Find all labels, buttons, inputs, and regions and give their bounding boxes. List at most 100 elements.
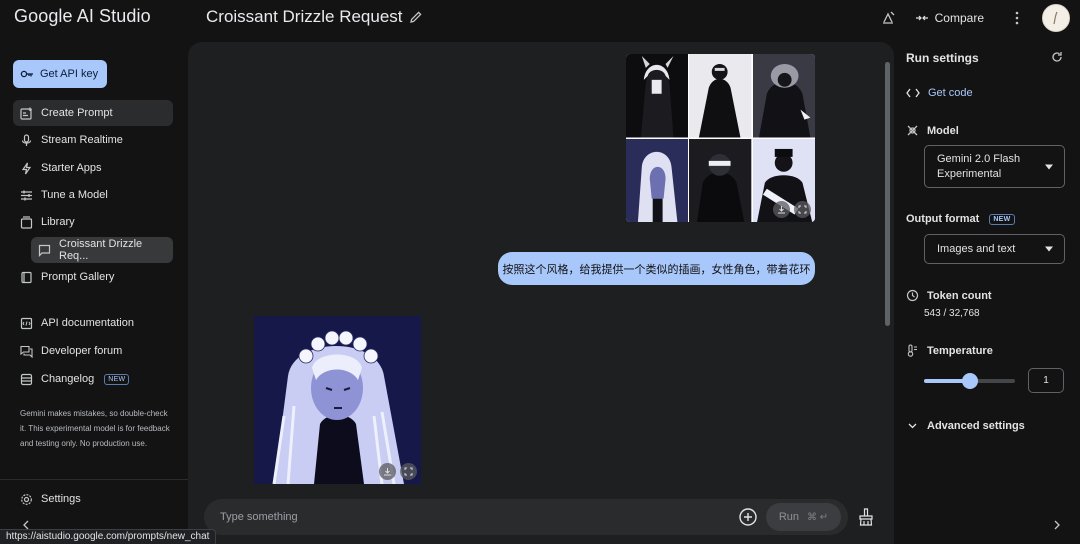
model-icon (907, 125, 918, 136)
sidebar-item-stream-realtime[interactable]: Stream Realtime (13, 127, 173, 153)
sidebar-item-label: Changelog (41, 373, 95, 385)
download-icon[interactable] (772, 201, 790, 218)
model-value: Gemini 2.0 Flash Experimental (937, 152, 1021, 180)
add-circle-icon[interactable] (738, 507, 758, 527)
sidebar-item-label: Tune a Model (41, 189, 108, 201)
clear-chat-icon[interactable] (856, 507, 876, 527)
reference-image-tile (689, 138, 752, 222)
code-icon (906, 88, 920, 98)
sidebar-item-create-prompt[interactable]: Create Prompt (13, 100, 173, 126)
sidebar-item-settings[interactable]: Settings (13, 486, 173, 512)
model-label: Model (927, 124, 959, 137)
sidebar-item-developer-forum[interactable]: Developer forum (13, 338, 173, 364)
sidebar-item-label: Settings (41, 493, 81, 505)
header-actions: Compare (879, 4, 1070, 32)
temperature-input[interactable]: 1 (1028, 368, 1064, 393)
temperature-section-label: Temperature (906, 344, 993, 357)
sidebar-item-label: Prompt Gallery (41, 271, 115, 283)
sidebar-item-label: Croissant Drizzle Req... (59, 238, 143, 262)
sidebar-item-prompt-gallery[interactable]: Prompt Gallery (13, 264, 173, 290)
generated-image[interactable] (254, 316, 421, 484)
reference-image-tile (626, 138, 689, 222)
get-api-key-label: Get API key (40, 68, 99, 80)
prompt-title[interactable]: Croissant Drizzle Request (206, 7, 403, 27)
sidebar-item-api-documentation[interactable]: API documentation (13, 310, 173, 336)
sidebar-item-label: API documentation (41, 317, 134, 329)
thermometer-icon (907, 344, 917, 357)
fullscreen-icon[interactable] (400, 463, 417, 480)
prompt-input-bar: Run ⌘ ↵ (204, 499, 848, 535)
tune-icon (21, 190, 32, 200)
sidebar-item-starter-apps[interactable]: Starter Apps (13, 155, 173, 181)
compare-button[interactable]: Compare (915, 11, 984, 25)
temperature-slider[interactable] (924, 373, 1015, 389)
share-off-icon[interactable] (879, 9, 897, 27)
model-section-label: Model (906, 124, 959, 137)
reference-image-tile (626, 54, 689, 138)
sidebar-item-label: Starter Apps (41, 162, 102, 174)
compare-icon (915, 15, 928, 21)
forum-icon (20, 345, 33, 358)
app-title[interactable]: Google AI Studio (14, 6, 151, 27)
image-actions (772, 201, 811, 218)
reference-image-grid[interactable] (626, 54, 815, 222)
get-api-key-button[interactable]: Get API key (13, 60, 107, 88)
sidebar-item-library[interactable]: Library (13, 209, 173, 235)
mic-icon (21, 133, 32, 146)
fullscreen-icon[interactable] (793, 201, 811, 218)
reference-image-tile (752, 138, 815, 222)
pencil-icon[interactable] (409, 10, 423, 24)
gear-icon (21, 493, 32, 505)
sidebar-item-changelog[interactable]: Changelog NEW (13, 366, 173, 392)
temperature-label: Temperature (927, 344, 993, 357)
advanced-settings-toggle[interactable]: Advanced settings (908, 420, 1025, 432)
gallery-icon (21, 271, 32, 283)
sidebar-item-label: Developer forum (41, 345, 123, 357)
run-label: Run (778, 511, 799, 523)
key-icon (20, 70, 33, 78)
user-message-text: 按照这个风格，给我提供一个类似的插画，女性角色，带着花环 (502, 263, 811, 276)
sidebar-item-label: Stream Realtime (41, 134, 123, 146)
get-code-button[interactable]: Get code (906, 87, 973, 99)
download-icon[interactable] (379, 463, 396, 480)
more-vert-icon[interactable] (1008, 9, 1026, 27)
run-button[interactable]: Run ⌘ ↵ (766, 503, 841, 531)
disclaimer-text: Gemini makes mistakes, so double-check i… (20, 409, 170, 448)
run-shortcut: ⌘ ↵ (807, 511, 829, 523)
changelog-icon (20, 373, 33, 385)
token-count-value: 543 / 32,768 (924, 308, 980, 319)
new-badge: NEW (989, 213, 1015, 225)
new-badge: NEW (104, 373, 130, 385)
token-count-label: Token count (927, 289, 992, 302)
chat-icon (38, 244, 51, 257)
temperature-slider-thumb[interactable] (961, 373, 978, 389)
model-select[interactable]: Gemini 2.0 Flash Experimental (924, 145, 1065, 188)
token-icon (906, 289, 919, 302)
output-format-label: Output format (906, 213, 980, 225)
status-url: https://aistudio.google.com/prompts/new_… (0, 529, 217, 544)
chevron-down-icon (908, 423, 917, 429)
create-prompt-icon (20, 107, 32, 120)
chat-scrollbar[interactable] (885, 62, 890, 326)
avatar[interactable] (1042, 4, 1070, 32)
output-format-select[interactable]: Images and text (924, 234, 1065, 264)
sidebar: Get API key Create Prompt Stream Realtim… (0, 40, 188, 544)
refresh-icon[interactable] (1051, 51, 1063, 63)
lightning-icon (21, 162, 32, 174)
user-message-bubble: 按照这个风格，给我提供一个类似的插画，女性角色，带着花环 (498, 252, 815, 285)
run-settings-panel: Run settings Get code Model Gemini 2.0 F… (894, 42, 1080, 544)
dropdown-arrow-icon (1045, 246, 1053, 252)
sidebar-divider (0, 479, 188, 480)
sidebar-item-tune-model[interactable]: Tune a Model (13, 182, 173, 208)
reference-image-tile (689, 54, 752, 138)
sidebar-item-croissant-drizzle[interactable]: Croissant Drizzle Req... (31, 237, 173, 263)
sidebar-item-label: Create Prompt (41, 107, 113, 119)
prompt-input[interactable] (220, 499, 700, 535)
sidebar-item-label: Library (41, 216, 75, 228)
output-format-value: Images and text (937, 242, 1016, 255)
library-icon (20, 215, 33, 229)
image-actions (379, 463, 417, 480)
chevron-right-icon[interactable] (1053, 520, 1061, 530)
token-count-section-label: Token count (906, 289, 992, 302)
advanced-settings-label: Advanced settings (927, 420, 1025, 432)
